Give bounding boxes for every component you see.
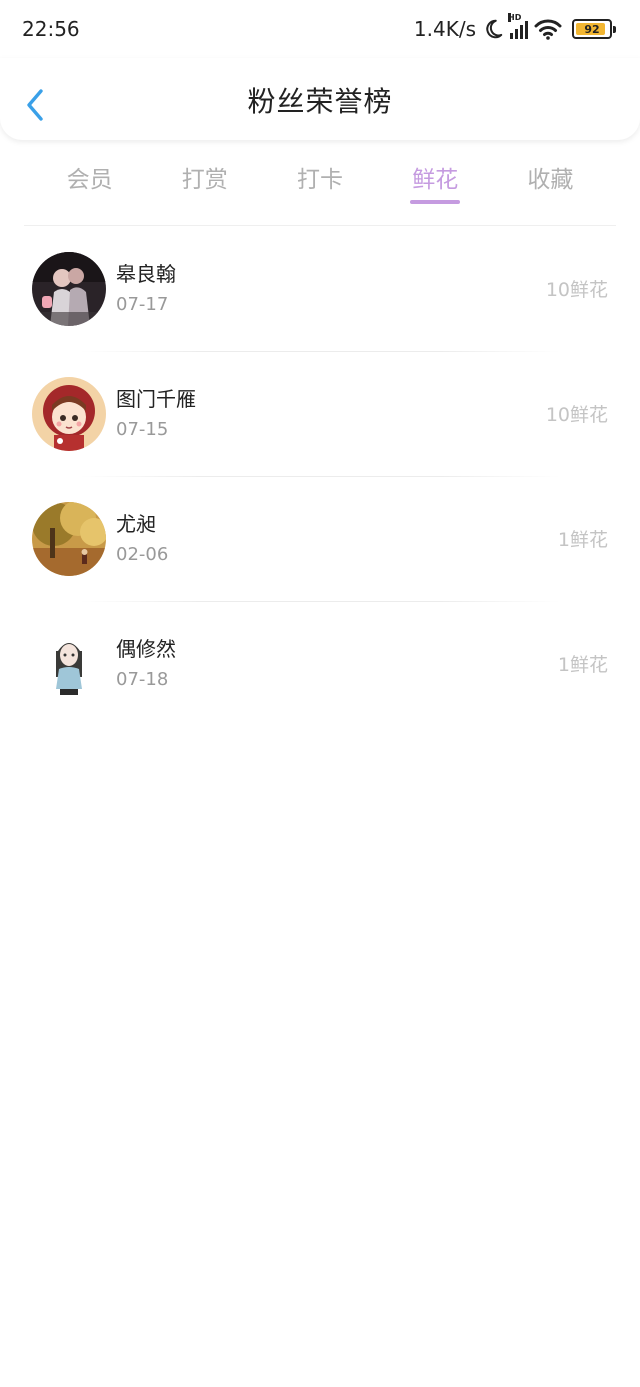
page-title: 粉丝荣誉榜 (247, 85, 393, 118)
fan-info: 皋良翰 07-17 (116, 260, 546, 318)
autumn-tree-avatar[interactable] (32, 501, 106, 576)
tab-members[interactable]: 会员 (32, 150, 147, 210)
flower-count: 10鲜花 (545, 404, 608, 426)
fan-info: 偶修然 07-18 (116, 635, 558, 693)
tab-tips[interactable]: 打赏 (147, 150, 262, 210)
couple-photo-avatar[interactable] (32, 251, 106, 326)
fan-list: 皋良翰 07-17 10鲜花 图门千雁 07-15 10鲜花 尤昶 02-06 … (0, 226, 640, 726)
battery-icon: 92 (572, 19, 616, 39)
fan-info: 图门千雁 07-15 (116, 385, 546, 443)
fan-name: 尤昶 (116, 511, 156, 536)
list-item[interactable]: 偶修然 07-18 1鲜花 (0, 601, 640, 726)
flower-count: 1鲜花 (557, 529, 608, 551)
top-app-bar: 粉丝荣誉榜 (0, 58, 640, 140)
cartoon-girl-avatar[interactable] (32, 376, 106, 451)
list-item[interactable]: 皋良翰 07-17 10鲜花 (0, 226, 640, 351)
fan-date: 07-18 (116, 668, 169, 690)
fan-name: 图门千雁 (116, 386, 196, 411)
fan-info: 尤昶 02-06 (116, 510, 558, 568)
tab-flowers[interactable]: 鲜花 (378, 150, 493, 210)
battery-level: 92 (584, 22, 600, 36)
list-item[interactable]: 图门千雁 07-15 10鲜花 (0, 351, 640, 476)
status-icons: 1.4K/s HD 92 (413, 13, 616, 41)
hd-badge: HD (508, 13, 522, 22)
fan-date: 02-06 (116, 543, 169, 565)
wifi-icon (534, 19, 562, 40)
do-not-disturb-moon-icon (486, 19, 503, 39)
flower-count: 10鲜花 (545, 279, 608, 301)
anime-girl-avatar[interactable] (32, 626, 106, 701)
network-speed: 1.4K/s (413, 17, 476, 41)
fan-date: 07-17 (116, 293, 169, 315)
flower-count: 1鲜花 (557, 654, 608, 676)
status-time: 22:56 (22, 17, 80, 41)
ranking-tabs: 会员 打赏 打卡 鲜花 收藏 (32, 150, 608, 210)
fan-name: 偶修然 (116, 636, 176, 661)
fan-name: 皋良翰 (116, 261, 176, 286)
back-button[interactable] (20, 86, 50, 124)
chevron-left-icon (27, 89, 43, 121)
status-bar: 22:56 1.4K/s HD 92 (0, 0, 640, 58)
tab-checkin[interactable]: 打卡 (262, 150, 377, 210)
cellular-signal-icon: HD (508, 13, 528, 39)
list-item[interactable]: 尤昶 02-06 1鲜花 (0, 476, 640, 601)
tab-favorites[interactable]: 收藏 (493, 150, 608, 210)
fan-date: 07-15 (116, 418, 169, 440)
